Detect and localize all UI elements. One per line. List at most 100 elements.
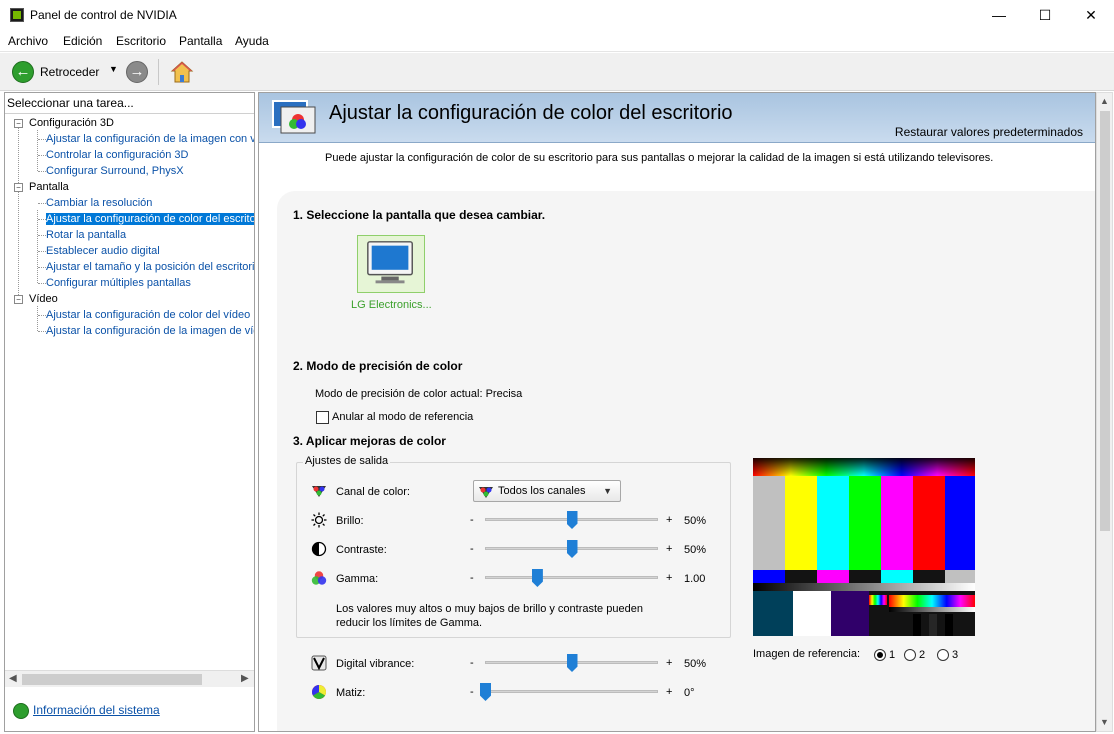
title-bar: Panel de control de NVIDIA — ☐ ✕ bbox=[0, 0, 1114, 30]
tree-connector bbox=[38, 235, 46, 236]
reference-option-2-label[interactable]: 2 bbox=[919, 649, 925, 661]
collapse-pantalla-icon[interactable]: − bbox=[14, 183, 23, 192]
tree-connector bbox=[37, 130, 38, 171]
reference-option-1-radio[interactable] bbox=[874, 649, 886, 661]
tree-item-rotate[interactable]: Rotar la pantalla bbox=[46, 227, 126, 243]
scroll-up-icon[interactable]: ▲ bbox=[1100, 96, 1109, 106]
tree-item-image-settings-preview[interactable]: Ajustar la configuración de la imagen co… bbox=[46, 131, 254, 147]
system-info-icon[interactable] bbox=[13, 703, 29, 719]
menu-edicion[interactable]: Edición bbox=[63, 34, 102, 48]
override-reference-checkbox[interactable] bbox=[316, 411, 329, 424]
toolbar: ← Retroceder ▼ → bbox=[0, 53, 1114, 91]
task-sidebar: Seleccionar una tarea... − Configuración… bbox=[4, 92, 255, 732]
section-select-display: 1. Seleccione la pantalla que desea camb… bbox=[293, 208, 546, 222]
digital-vibrance-minus: - bbox=[470, 657, 474, 669]
digital-vibrance-value: 50% bbox=[684, 658, 707, 670]
hue-value: 0° bbox=[684, 687, 695, 699]
tree-connector bbox=[38, 219, 46, 220]
color-channel-value: Todos los canales bbox=[498, 485, 586, 497]
close-button[interactable]: ✕ bbox=[1068, 0, 1114, 30]
contrast-minus: - bbox=[470, 543, 474, 555]
gamma-minus: - bbox=[470, 572, 474, 584]
hue-slider[interactable] bbox=[485, 690, 658, 693]
back-history-dropdown-icon[interactable]: ▼ bbox=[109, 64, 118, 74]
contrast-label: Contraste: bbox=[336, 544, 387, 556]
maximize-button[interactable]: ☐ bbox=[1022, 0, 1068, 30]
reference-option-3-radio[interactable] bbox=[937, 649, 949, 661]
menu-ayuda[interactable]: Ayuda bbox=[235, 34, 269, 48]
reference-option-1-label[interactable]: 1 bbox=[889, 649, 895, 661]
page-title: Ajustar la configuración de color del es… bbox=[329, 102, 733, 124]
reference-option-3-label[interactable]: 3 bbox=[952, 649, 958, 661]
scroll-right-icon[interactable]: ▶ bbox=[241, 673, 249, 684]
tree-item-manage-3d[interactable]: Controlar la configuración 3D bbox=[46, 147, 188, 163]
tree-connector bbox=[38, 171, 46, 172]
tree-item-multiple-displays[interactable]: Configurar múltiples pantallas bbox=[46, 275, 191, 291]
color-channel-dropdown[interactable]: Todos los canales ▼ bbox=[473, 480, 621, 502]
display-tile[interactable] bbox=[357, 235, 425, 293]
gamma-slider[interactable] bbox=[485, 576, 658, 579]
menu-bar: Archivo Edición Escritorio Pantalla Ayud… bbox=[0, 30, 1114, 52]
color-precision-current: Modo de precisión de color actual: Preci… bbox=[315, 388, 523, 400]
display-name[interactable]: LG Electronics... bbox=[351, 299, 432, 311]
menu-archivo[interactable]: Archivo bbox=[8, 34, 48, 48]
back-button-label[interactable]: Retroceder bbox=[40, 65, 99, 79]
minimize-button[interactable]: — bbox=[976, 0, 1022, 30]
tree-connector bbox=[38, 251, 46, 252]
tree-connector bbox=[37, 210, 38, 283]
content-vertical-scrollbar[interactable]: ▲ ▼ bbox=[1096, 92, 1113, 732]
tree-item-digital-audio[interactable]: Establecer audio digital bbox=[46, 243, 160, 259]
output-settings-title: Ajustes de salida bbox=[303, 455, 391, 467]
back-arrow-icon[interactable]: ← bbox=[12, 61, 34, 83]
tree-item-desktop-color[interactable]: Ajustar la configuración de color del es… bbox=[46, 211, 254, 227]
brightness-label: Brillo: bbox=[336, 515, 364, 527]
tree-connector bbox=[38, 283, 46, 284]
tree-connector bbox=[38, 139, 46, 140]
tree-item-surround-physx[interactable]: Configurar Surround, PhysX bbox=[46, 163, 184, 179]
window-title: Panel de control de NVIDIA bbox=[30, 8, 177, 22]
hue-icon bbox=[312, 685, 326, 699]
tree-item-resolution[interactable]: Cambiar la resolución bbox=[46, 195, 152, 211]
collapse-3d-icon[interactable]: − bbox=[14, 119, 23, 128]
forward-arrow-icon[interactable]: → bbox=[126, 61, 148, 83]
color-channel-icon bbox=[312, 486, 326, 497]
chevron-down-icon: ▼ bbox=[603, 486, 612, 496]
scroll-left-icon[interactable]: ◀ bbox=[9, 673, 17, 684]
restore-defaults-link[interactable]: Restaurar valores predeterminados bbox=[895, 125, 1083, 139]
reference-option-2-radio[interactable] bbox=[904, 649, 916, 661]
gamma-warning: Los valores muy altos o muy bajos de bri… bbox=[336, 603, 643, 629]
gamma-label: Gamma: bbox=[336, 573, 379, 585]
hue-label: Matiz: bbox=[336, 687, 366, 699]
tree-item-desktop-size[interactable]: Ajustar el tamaño y la posición del escr… bbox=[46, 259, 254, 275]
page-description: Puede ajustar la configuración de color … bbox=[325, 152, 994, 164]
hue-plus: + bbox=[666, 686, 673, 698]
reference-image-label: Imagen de referencia: bbox=[753, 648, 861, 660]
home-icon[interactable] bbox=[170, 60, 194, 84]
tree-item-video-image[interactable]: Ajustar la configuración de la imagen de… bbox=[46, 323, 254, 339]
brightness-plus: + bbox=[666, 514, 673, 526]
collapse-video-icon[interactable]: − bbox=[14, 295, 23, 304]
tree-connector bbox=[18, 121, 19, 297]
reference-image bbox=[753, 458, 975, 636]
task-tree: − Configuración 3D Ajustar la configurac… bbox=[5, 113, 254, 679]
gamma-plus: + bbox=[666, 572, 673, 584]
tree-category-pantalla[interactable]: Pantalla bbox=[29, 179, 69, 195]
scrollbar-thumb[interactable] bbox=[22, 674, 202, 685]
section-color-enhancements: 3. Aplicar mejoras de color bbox=[293, 434, 446, 448]
tree-item-video-color[interactable]: Ajustar la configuración de color del ví… bbox=[46, 307, 250, 323]
sidebar-horizontal-scrollbar[interactable]: ◀ ▶ bbox=[5, 670, 254, 687]
tree-connector bbox=[38, 203, 46, 204]
contrast-plus: + bbox=[666, 543, 673, 555]
menu-pantalla[interactable]: Pantalla bbox=[179, 34, 222, 48]
scroll-down-icon[interactable]: ▼ bbox=[1100, 717, 1109, 727]
tree-category-video[interactable]: Vídeo bbox=[29, 291, 58, 307]
monitor-icon bbox=[367, 241, 413, 284]
tree-category-3d[interactable]: Configuración 3D bbox=[29, 115, 114, 131]
color-channel-label: Canal de color: bbox=[336, 486, 410, 498]
scrollbar-thumb[interactable] bbox=[1100, 111, 1110, 531]
menu-escritorio[interactable]: Escritorio bbox=[116, 34, 166, 48]
override-reference-label[interactable]: Anular al modo de referencia bbox=[332, 411, 473, 423]
tree-connector bbox=[38, 155, 46, 156]
system-info-link[interactable]: Información del sistema bbox=[33, 703, 160, 717]
hue-minus: - bbox=[470, 686, 474, 698]
